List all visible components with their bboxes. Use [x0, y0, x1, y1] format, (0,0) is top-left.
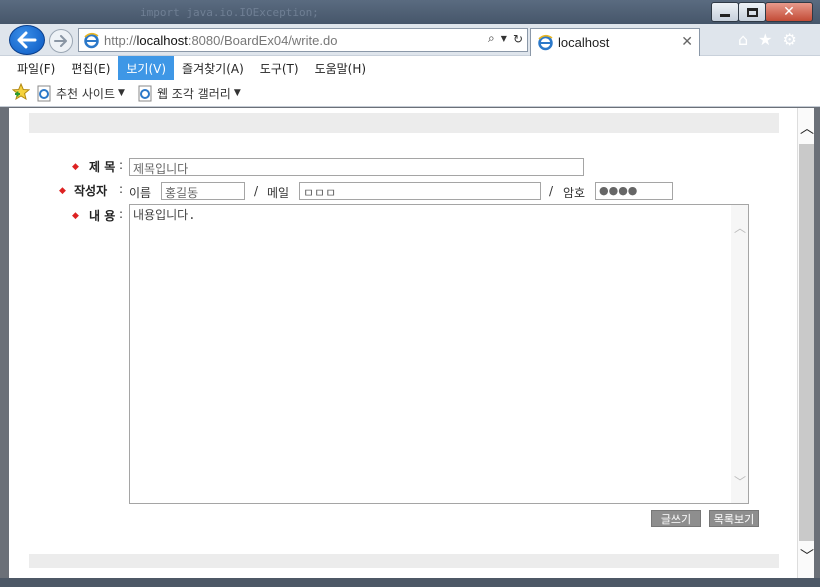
chevron-down-icon[interactable]: ﹀: [734, 473, 746, 490]
scroll-down-icon[interactable]: ﹀: [800, 546, 814, 566]
url-path: :8080/BoardEx04/write.do: [187, 32, 338, 48]
maximize-button[interactable]: [738, 2, 766, 22]
tab-title: localhost: [558, 35, 610, 50]
menu-tools[interactable]: 도구(T): [252, 56, 307, 80]
tab-localhost[interactable]: localhost ✕: [530, 28, 700, 56]
window-titlebar: import java.io.IOException; ✕: [0, 0, 820, 24]
minimize-button[interactable]: [711, 2, 739, 22]
forward-arrow-icon: [54, 35, 67, 47]
back-button[interactable]: [9, 25, 45, 55]
taskbar: [0, 578, 820, 587]
colon: :: [119, 207, 124, 221]
menu-view[interactable]: 보기(V): [118, 56, 175, 80]
required-bullet-icon: ◆: [72, 162, 79, 172]
gear-icon[interactable]: ⚙: [783, 30, 797, 49]
name-label: 이름: [129, 186, 152, 200]
close-window-button[interactable]: ✕: [765, 2, 813, 22]
list-button[interactable]: 목록보기: [709, 510, 759, 527]
favorites-star-icon[interactable]: ★: [758, 30, 772, 49]
menu-favorites[interactable]: 즐겨찾기(A): [174, 56, 252, 80]
minimize-icon: [720, 13, 730, 17]
colon: :: [119, 182, 124, 196]
favorite-label: 웹 조각 갤러리: [156, 86, 231, 101]
required-bullet-icon: ◆: [72, 211, 79, 221]
dropdown-icon[interactable]: ▼: [501, 34, 507, 43]
scrollbar-thumb[interactable]: [799, 144, 814, 541]
colon: :: [119, 158, 124, 172]
password-input[interactable]: ●●●●: [595, 182, 673, 200]
page-scrollbar[interactable]: ︿ ﹀: [797, 108, 814, 578]
favorite-suggested-sites[interactable]: 추천 사이트 ▼: [36, 85, 125, 102]
back-arrow-icon: [17, 31, 37, 49]
ie-page-icon: [36, 85, 53, 102]
separator: /: [549, 184, 554, 198]
favorites-star-add-icon[interactable]: [11, 82, 31, 103]
ie-tab-icon: [537, 34, 554, 51]
content-label: 내 용: [89, 209, 116, 223]
favorites-bar: 추천 사이트 ▼ 웹 조각 갤러리 ▼: [0, 80, 820, 107]
content-text: 내용입니다.: [133, 208, 196, 222]
footer-strip: [29, 554, 779, 568]
navigation-bar: http://localhost:8080/BoardEx04/write.do…: [0, 24, 820, 56]
write-button[interactable]: 글쓰기: [651, 510, 701, 527]
url-host: localhost: [136, 32, 188, 48]
url-scheme: http://: [104, 32, 137, 48]
refresh-icon[interactable]: ↻: [513, 32, 523, 46]
search-icon[interactable]: ⌕: [488, 31, 495, 46]
menu-bar: 파일(F) 편집(E) 보기(V) 즐겨찾기(A) 도구(T) 도움말(H): [0, 56, 820, 80]
forward-button[interactable]: [49, 29, 73, 53]
close-icon: ✕: [783, 4, 795, 20]
name-input[interactable]: 홍길동: [161, 182, 245, 200]
header-strip: [29, 113, 779, 133]
ie-page-icon: [137, 85, 154, 102]
subject-label: 제 목: [89, 160, 116, 174]
separator: /: [254, 184, 259, 198]
scroll-up-icon[interactable]: ︿: [800, 118, 814, 138]
chevron-up-icon[interactable]: ︿: [734, 219, 746, 236]
menu-help[interactable]: 도움말(H): [307, 56, 375, 80]
ie-page-icon: [83, 32, 100, 49]
maximize-icon: [746, 7, 758, 17]
address-bar[interactable]: http://localhost:8080/BoardEx04/write.do…: [78, 28, 528, 52]
required-bullet-icon: ◆: [59, 186, 66, 196]
chevron-down-icon: ▼: [233, 88, 241, 98]
page-content: ◆ 제 목 : 제목입니다 ◆ 작성자 : 이름 홍길동 / 메일 ㅁㅁㅁ / …: [9, 108, 797, 578]
tab-close-icon[interactable]: ✕: [681, 34, 693, 50]
password-label: 암호: [563, 186, 586, 200]
favorite-web-slice-gallery[interactable]: 웹 조각 갤러리 ▼: [137, 85, 241, 102]
writer-label: 작성자: [74, 184, 108, 198]
textarea-scrollbar[interactable]: ︿ ﹀: [731, 205, 748, 503]
email-label: 메일: [267, 186, 290, 200]
menu-file[interactable]: 파일(F): [9, 56, 63, 80]
favorite-label: 추천 사이트: [56, 86, 116, 101]
background-code-text: import java.io.IOException;: [140, 6, 319, 19]
menu-edit[interactable]: 편집(E): [63, 56, 118, 80]
chevron-down-icon: ▼: [118, 88, 125, 98]
content-textarea[interactable]: 내용입니다. ︿ ﹀: [129, 204, 749, 504]
email-input[interactable]: ㅁㅁㅁ: [299, 182, 541, 200]
home-icon[interactable]: ⌂: [738, 30, 748, 49]
subject-input[interactable]: 제목입니다: [129, 158, 584, 176]
